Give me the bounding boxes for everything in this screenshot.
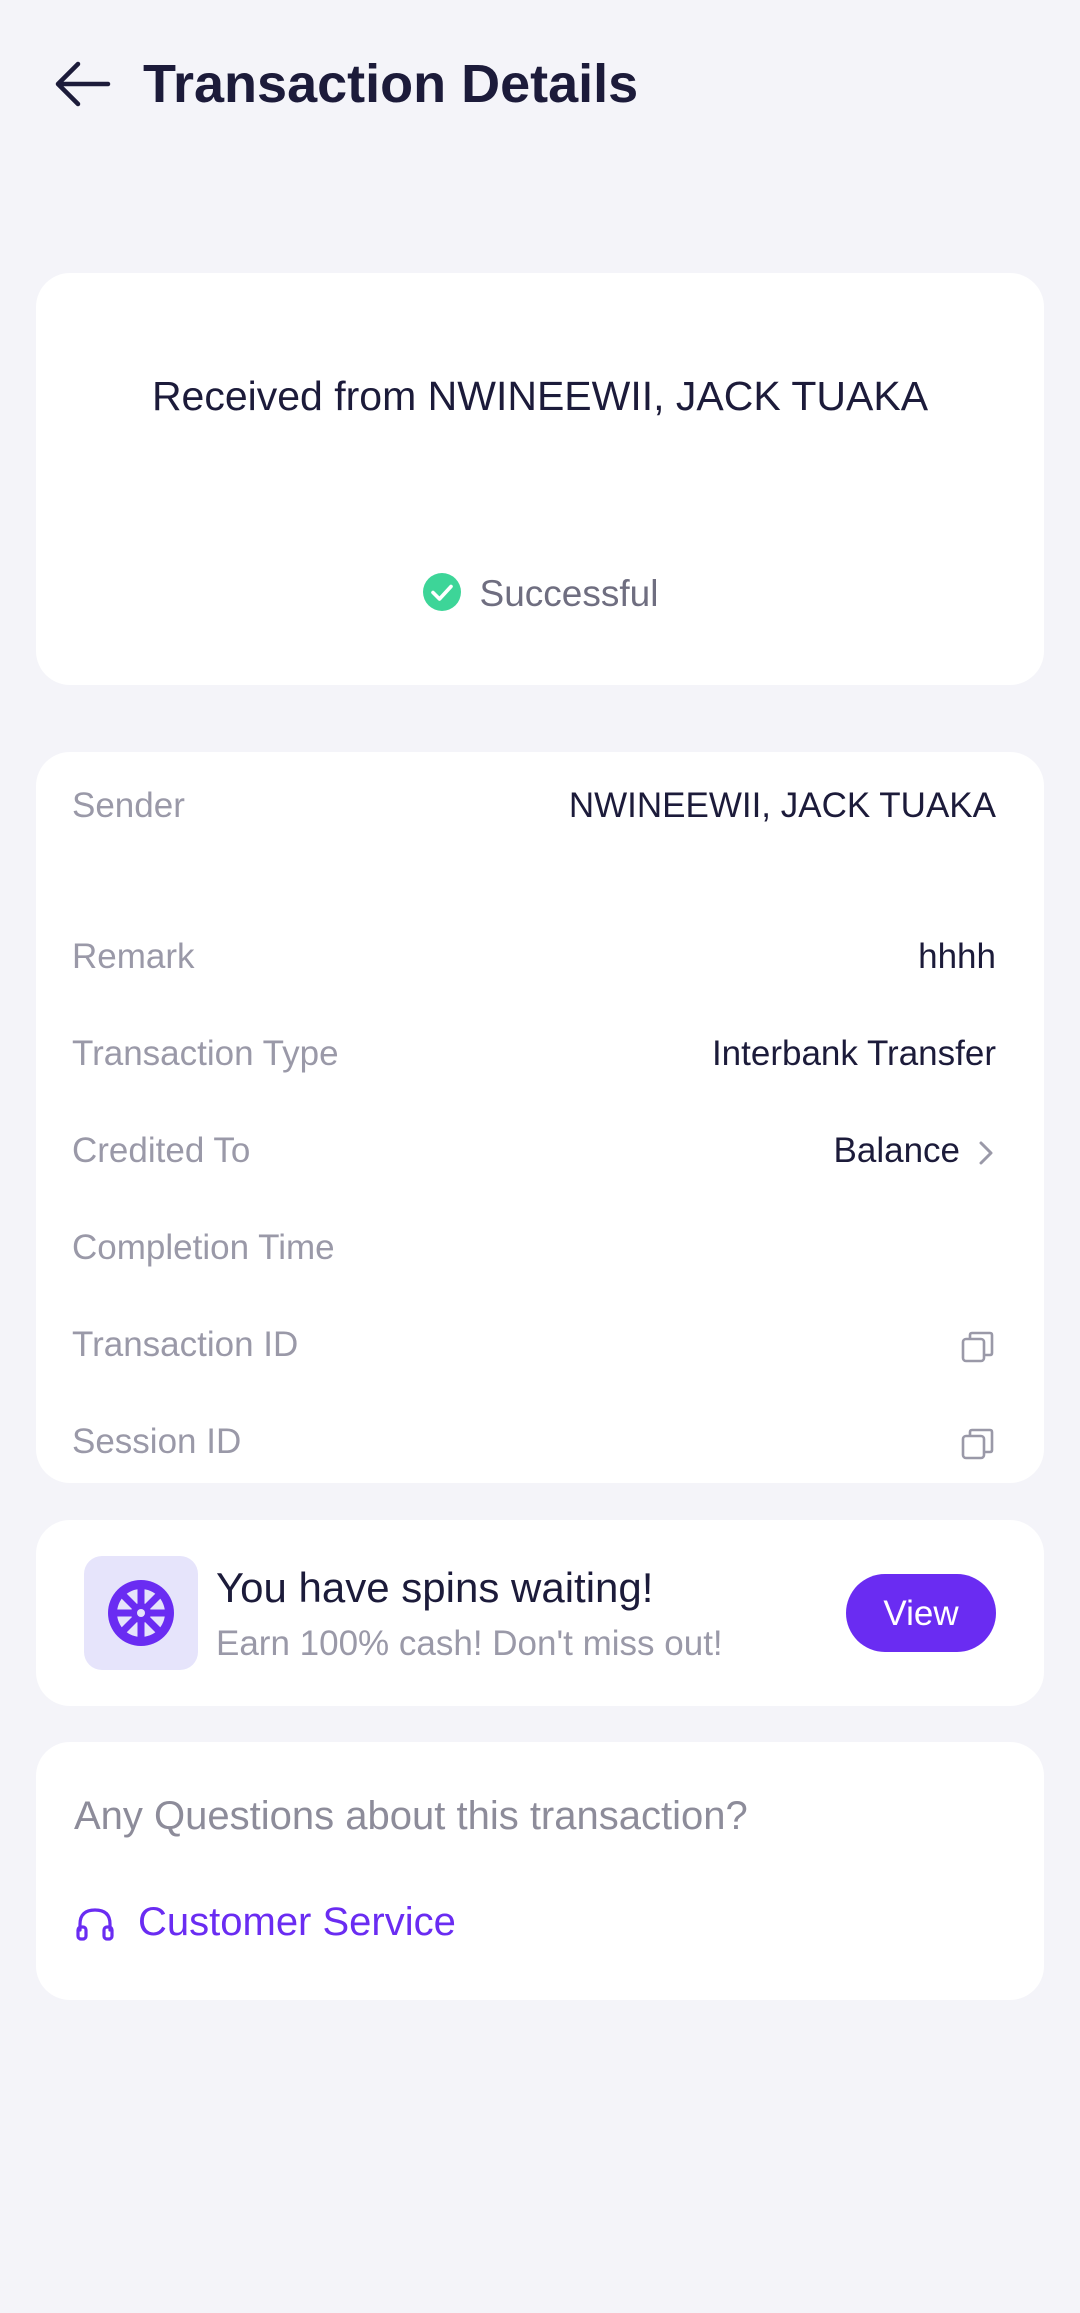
transaction-id-label: Transaction ID	[72, 1325, 299, 1364]
spin-wheel-icon	[108, 1580, 174, 1646]
detail-row-sender: Sender NWINEEWII, JACK TUAKA	[72, 778, 996, 838]
help-card: Any Questions about this transaction? Cu…	[36, 1742, 1044, 2000]
sender-value: NWINEEWII, JACK TUAKA	[568, 786, 996, 825]
detail-row-credited-to[interactable]: Credited To Balance	[72, 1123, 996, 1183]
back-button[interactable]	[50, 50, 118, 118]
view-button[interactable]: View	[846, 1574, 996, 1652]
spins-promo-card: You have spins waiting! Earn 100% cash! …	[36, 1520, 1044, 1706]
remark-value: hhhh	[918, 937, 996, 976]
remark-label: Remark	[72, 937, 195, 976]
received-from-text: Received from NWINEEWII, JACK TUAKA	[151, 373, 929, 419]
arrow-left-icon	[55, 61, 111, 107]
detail-row-transaction-id: Transaction ID	[72, 1317, 996, 1377]
credited-to-label: Credited To	[72, 1131, 251, 1170]
transaction-type-label: Transaction Type	[72, 1034, 339, 1073]
help-question: Any Questions about this transaction?	[74, 1794, 748, 1838]
status-line: Successful	[36, 573, 1044, 616]
detail-row-remark: Remark hhhh	[72, 929, 996, 989]
detail-row-transaction-type: Transaction Type Interbank Transfer	[72, 1026, 996, 1086]
transaction-details-card: Sender NWINEEWII, JACK TUAKA Remark hhhh…	[36, 752, 1044, 1483]
promo-icon-box	[84, 1556, 198, 1670]
detail-row-session-id: Session ID	[72, 1414, 996, 1474]
promo-title: You have spins waiting!	[216, 1564, 654, 1611]
headset-icon	[76, 1908, 114, 1941]
transaction-summary-card: Received from NWINEEWII, JACK TUAKA Succ…	[36, 273, 1044, 685]
session-id-label: Session ID	[72, 1422, 242, 1461]
copy-session-id-icon[interactable]	[960, 1426, 996, 1462]
check-circle-icon	[422, 572, 462, 612]
completion-time-label: Completion Time	[72, 1228, 335, 1267]
copy-transaction-id-icon[interactable]	[960, 1329, 996, 1365]
detail-row-completion-time: Completion Time	[72, 1220, 996, 1280]
customer-service-label: Customer Service	[138, 1900, 456, 1944]
sender-label: Sender	[72, 786, 185, 825]
credited-to-value: Balance	[833, 1131, 960, 1170]
status-label: Successful	[479, 573, 659, 614]
header-bar: Transaction Details	[0, 0, 1080, 170]
promo-subtitle: Earn 100% cash! Don't miss out!	[216, 1624, 723, 1663]
chevron-right-icon	[979, 1141, 993, 1165]
transaction-type-value: Interbank Transfer	[711, 1034, 996, 1073]
page-title: Transaction Details	[143, 54, 639, 114]
